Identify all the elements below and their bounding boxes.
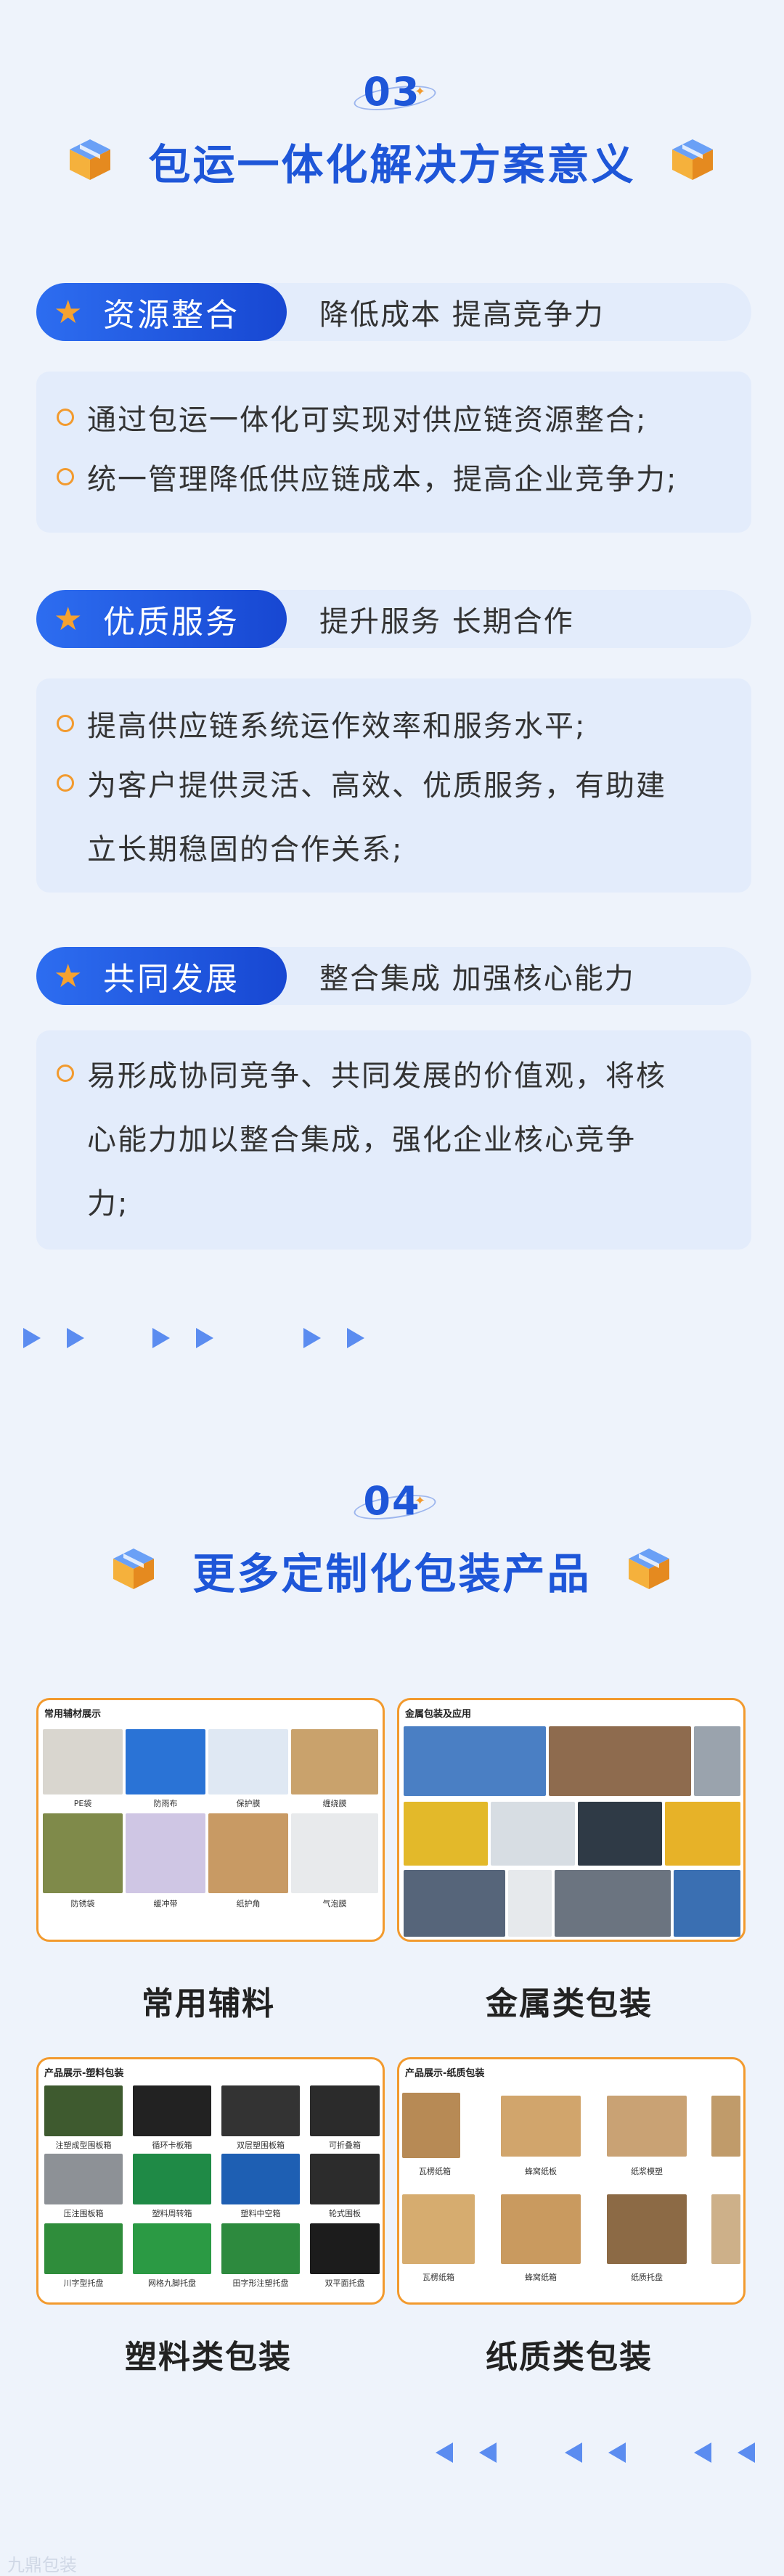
product-thumb [402,2194,475,2264]
product-label: 常用辅料 [142,1985,275,2022]
section-number: 04 [363,1478,421,1524]
item-line: 提高供应链系统运作效率和服务水平; [87,710,587,743]
arrow-right-icon [23,1328,41,1348]
product-thumb [221,2223,300,2274]
arrow-left-icon [694,2442,711,2463]
product-label: 塑料类包装 [125,2339,292,2376]
product-card[interactable]: 常用辅材展示 PE袋 防雨布 保护膜 缠绕膜 防锈袋 缓冲带 纸护角 气泡膜 [36,1698,385,1942]
product-thumb [404,1726,546,1796]
product-thumb [208,1729,288,1794]
watermark: 九鼎包装 [7,2555,77,2575]
product-thumb [555,1870,671,1937]
arrow-right-icon [196,1328,213,1348]
product-thumb [44,2154,123,2204]
product-thumb [404,1870,505,1937]
product-thumb [549,1726,691,1796]
product-thumb [126,1813,205,1893]
product-thumb [221,2085,300,2136]
star-icon: ★ [54,293,83,331]
product-thumb [310,2223,380,2274]
product-thumb [578,1802,662,1866]
product-thumb [221,2154,300,2204]
product-thumb [133,2223,211,2274]
product-thumb [501,2194,581,2264]
item-line: 力; [87,1187,129,1221]
bullet-icon [57,715,74,732]
item-line: 为客户提供灵活、高效、优质服务，有助建 [87,769,666,803]
star-icon: ★ [54,600,83,638]
bullet-icon [57,774,74,792]
product-thumb [694,1726,740,1796]
cube-icon [629,1549,669,1589]
product-thumb [501,2096,581,2157]
arrow-left-icon [479,2442,497,2463]
product-thumb [133,2154,211,2204]
item-subtitle: 整合集成 加强核心能力 [319,962,635,996]
bullet-icon [57,1065,74,1082]
star-icon: ★ [54,957,83,995]
product-card[interactable]: 产品展示-塑料包装 注塑成型围板箱 循环卡板箱 双层塑围板箱 可折叠箱 压注围板… [36,2057,385,2305]
arrow-left-icon [738,2442,755,2463]
item-badge: ★ 共同发展 [36,947,287,1005]
product-thumb [291,1729,378,1794]
cube-icon [672,139,713,180]
product-thumb [404,1802,488,1866]
bullet-icon [57,468,74,485]
product-thumb [674,1870,740,1937]
arrow-left-icon [565,2442,582,2463]
bullet-icon [57,409,74,426]
product-thumb [43,1813,123,1893]
product-thumb [126,1729,205,1794]
item-subtitle: 提升服务 长期合作 [319,605,574,639]
arrow-right-icon [152,1328,170,1348]
product-card[interactable]: 产品展示-纸质包装 瓦楞纸箱 蜂窝纸板 纸浆模塑 瓦楞纸箱 蜂窝纸箱 纸质托盘 [397,2057,746,2305]
product-thumb [607,2096,687,2157]
product-thumb [133,2085,211,2136]
section-number: 03 [363,69,421,115]
item-badge: ★ 优质服务 [36,590,287,648]
product-thumb [291,1813,378,1893]
product-thumb [607,2194,687,2264]
arrow-right-icon [303,1328,321,1348]
arrow-right-icon [67,1328,84,1348]
product-thumb [44,2223,123,2274]
item-line: 通过包运一体化可实现对供应链资源整合; [87,403,648,437]
item-line: 统一管理降低供应链成本，提高企业竞争力; [87,463,678,496]
item-line: 心能力加以整合集成，强化企业核心竞争 [87,1123,636,1157]
item-line: 易形成协同竞争、共同发展的价值观，将核 [87,1059,666,1093]
product-thumb [310,2154,380,2204]
arrow-left-icon [608,2442,626,2463]
product-thumb [508,1870,552,1937]
arrow-right-icon [347,1328,364,1348]
product-thumb [43,1729,123,1794]
item-line: 立长期稳固的合作关系; [87,833,404,866]
product-thumb [402,2093,460,2158]
item-subtitle: 降低成本 提高竞争力 [319,298,605,332]
product-thumb [44,2085,123,2136]
product-label: 金属类包装 [486,1985,653,2022]
product-thumb [711,2194,740,2264]
product-label: 纸质类包装 [486,2339,653,2376]
section-title: 包运一体化解决方案意义 [148,140,636,189]
item-badge: ★ 资源整合 [36,283,287,341]
product-thumb [310,2085,380,2136]
product-thumb [665,1802,740,1866]
product-thumb [491,1802,575,1866]
arrow-left-icon [436,2442,453,2463]
product-thumb [711,2096,740,2157]
product-card[interactable]: 金属包装及应用 [397,1698,746,1942]
product-thumb [208,1813,288,1893]
